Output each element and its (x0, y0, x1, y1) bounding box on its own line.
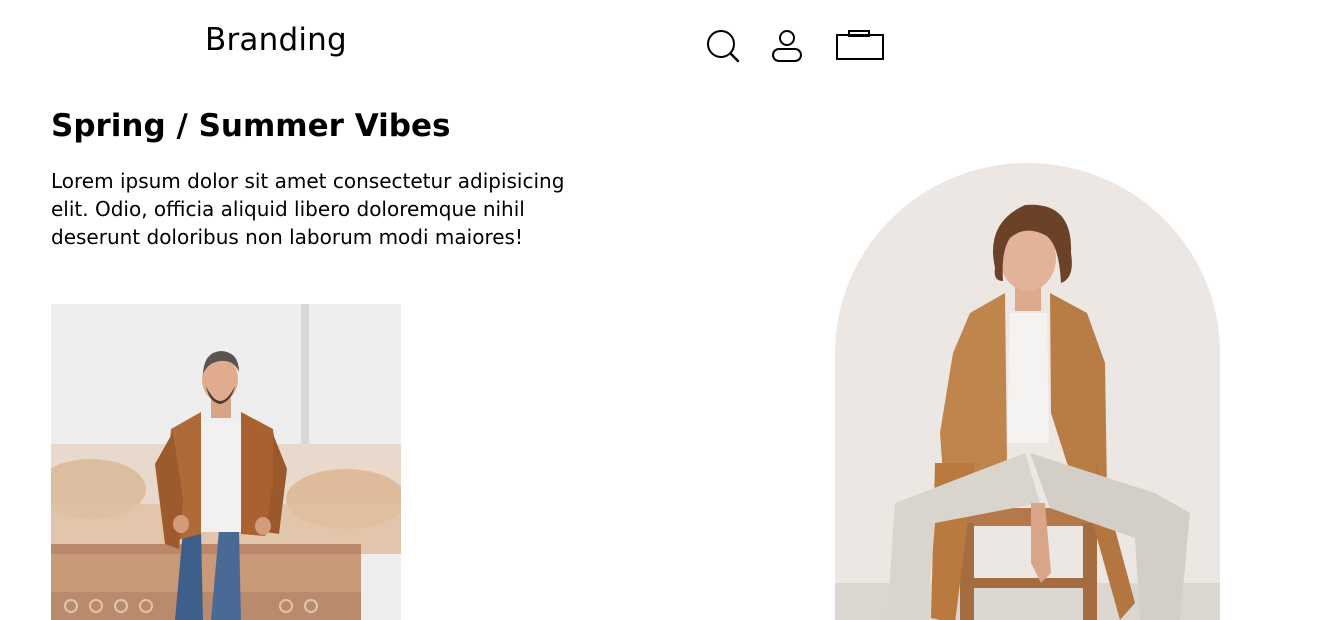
hero-description: Lorem ipsum dolor sit amet consectetur a… (51, 169, 565, 249)
page-title: Spring / Summer Vibes (51, 108, 451, 144)
brand-logo[interactable]: Branding (205, 22, 347, 58)
search-icon[interactable] (706, 28, 740, 64)
man-sitting-on-stool-photo (835, 163, 1220, 620)
man-in-leather-jacket-photo (51, 304, 401, 620)
bag-icon[interactable] (834, 28, 886, 64)
user-icon[interactable] (770, 28, 804, 64)
